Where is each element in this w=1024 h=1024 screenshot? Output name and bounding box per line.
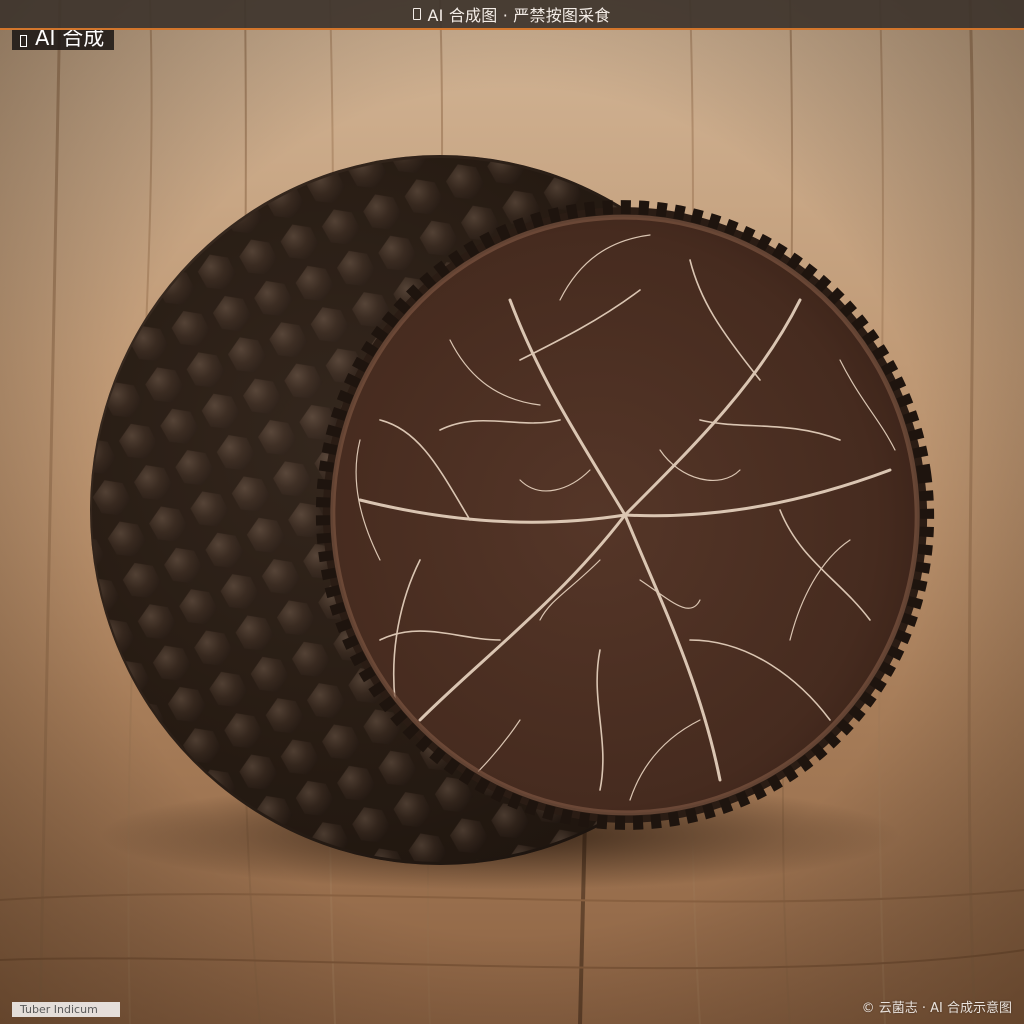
notice-icon bbox=[20, 35, 27, 47]
species-caption: Tuber Indicum bbox=[12, 1002, 120, 1017]
ai-warning-banner: AI 合成图 · 严禁按图采食 bbox=[0, 0, 1024, 30]
credit-watermark: © 云菌志 · AI 合成示意图 bbox=[861, 1001, 1012, 1016]
notice-icon bbox=[413, 8, 422, 20]
ai-generated-badge: AI 合成 bbox=[12, 30, 115, 50]
badge-text: AI 合成 bbox=[35, 30, 105, 50]
truffle-photo bbox=[0, 0, 1024, 1024]
image-viewer: AI 合成图 · 严禁按图采食 AI 合成 Tuber Indicum © 云菌… bbox=[0, 0, 1024, 1024]
banner-text: AI 合成图 · 严禁按图采食 bbox=[427, 6, 611, 25]
